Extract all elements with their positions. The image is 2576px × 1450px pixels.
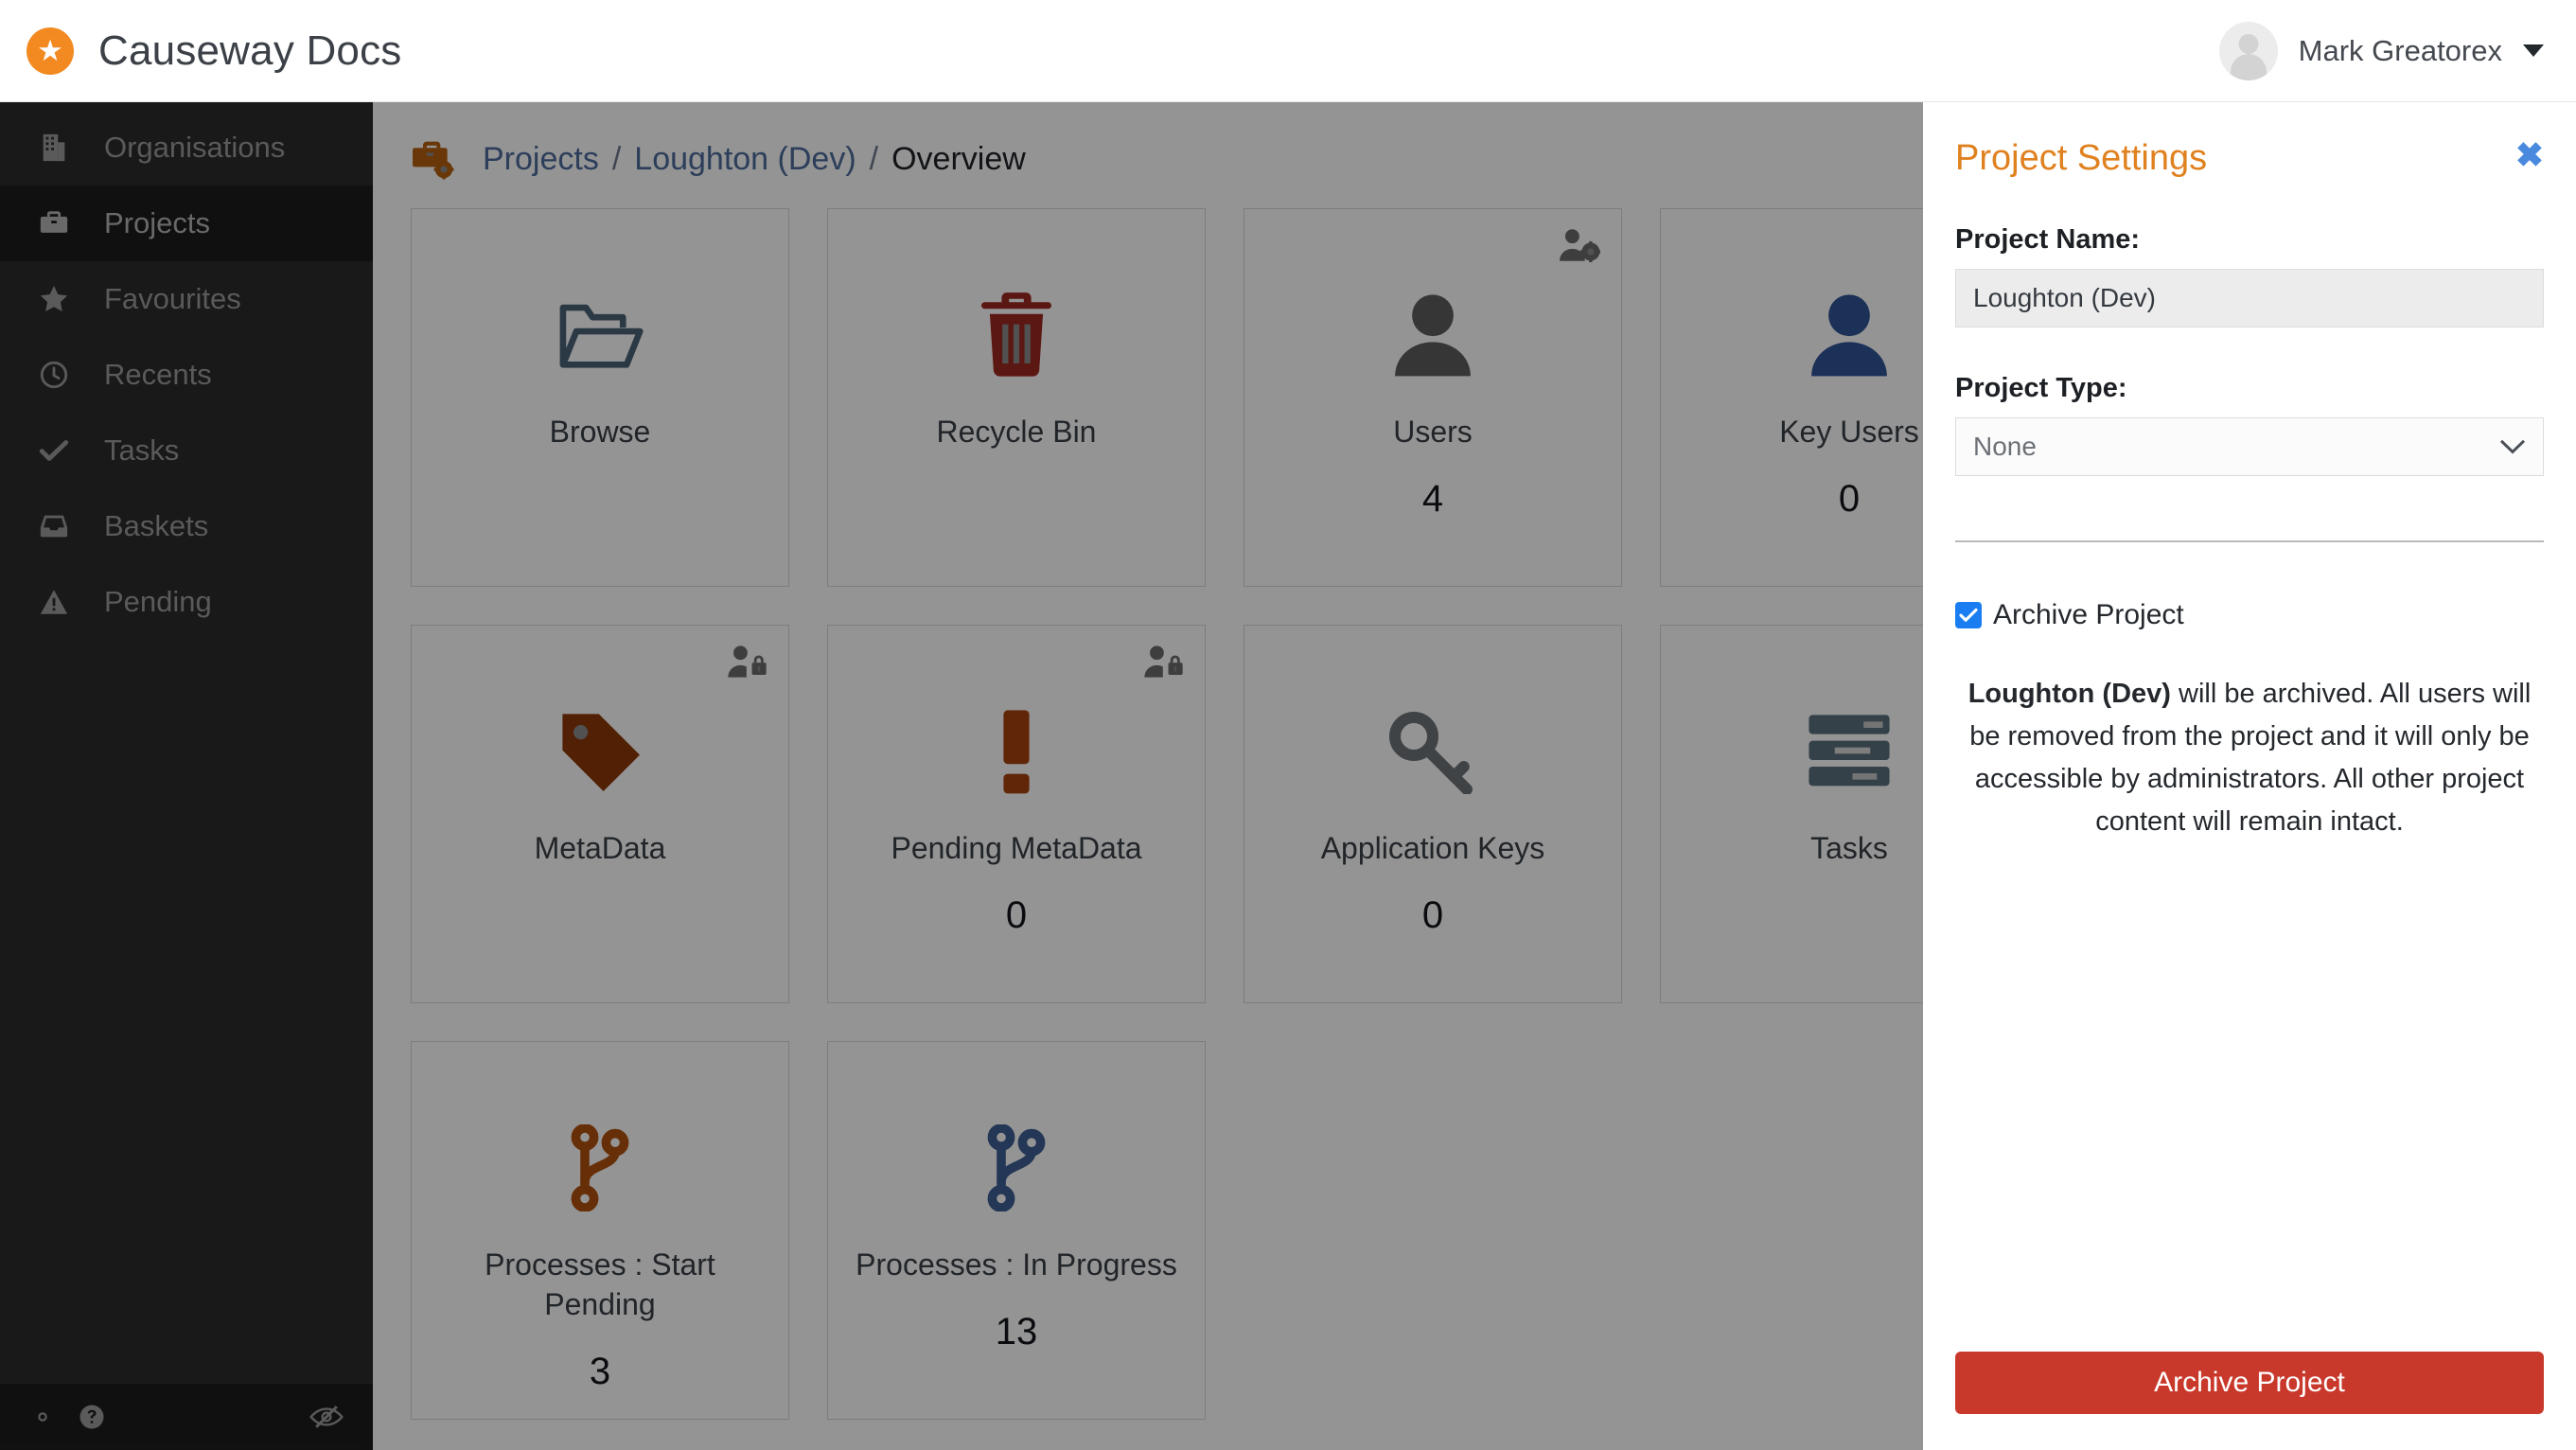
project-name-input[interactable]: Loughton (Dev) [1955,269,2544,327]
project-name-label: Project Name: [1955,224,2141,255]
archive-warning-project-name: Loughton (Dev) [1967,679,2171,709]
project-type-label: Project Type: [1955,373,2127,403]
app-logo-icon: ★ [26,27,74,75]
archive-project-button[interactable]: Archive Project [1955,1352,2544,1414]
panel-header: Project Settings ✖ [1955,102,2544,179]
top-header-bar: ★ Causeway Docs Mark Greatorex [0,0,2576,102]
archive-project-checkbox[interactable] [1955,602,1982,628]
archive-project-checkbox-label: Archive Project [1993,599,2184,630]
chevron-down-icon[interactable] [2523,44,2544,57]
chevron-down-icon [2499,432,2526,462]
archive-warning-text: Loughton (Dev) will be archived. All use… [1955,673,2544,843]
archive-project-checkbox-row[interactable]: Archive Project [1955,599,2544,631]
user-menu[interactable]: Mark Greatorex [2218,21,2576,80]
close-icon[interactable]: ✖ [2515,138,2544,172]
user-name-label: Mark Greatorex [2298,33,2502,67]
project-type-value: None [1973,432,2037,461]
brand[interactable]: ★ Causeway Docs [0,27,402,75]
panel-divider [1955,540,2544,542]
avatar [2218,21,2278,80]
project-type-select[interactable]: None [1955,417,2544,476]
panel-footer: Archive Project [1955,1352,2544,1414]
project-settings-panel: Project Settings ✖ Project Name: Loughto… [1923,102,2576,1450]
app-title: Causeway Docs [98,27,402,74]
panel-title: Project Settings [1955,138,2208,178]
logo-star-glyph: ★ [37,34,63,67]
